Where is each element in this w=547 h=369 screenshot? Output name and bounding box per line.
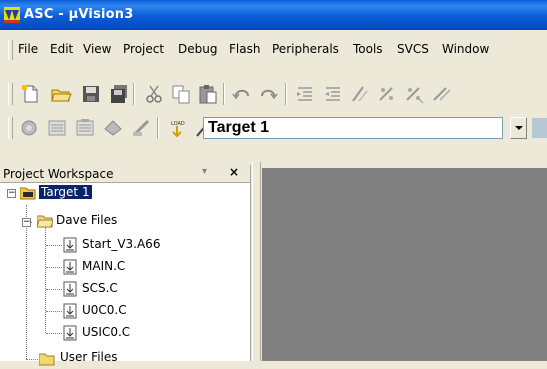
tree-item-target[interactable]: Target 1 <box>39 185 92 199</box>
file-icon <box>63 281 77 297</box>
menu-file[interactable]: File <box>18 42 38 56</box>
paste-icon[interactable] <box>197 83 219 105</box>
tree-file-main-c[interactable]: MAIN.C <box>82 259 125 273</box>
workspace-pin-icon[interactable]: ▾ <box>202 166 207 177</box>
menu-grip[interactable] <box>8 40 13 60</box>
menu-bar: File Edit View Project Debug Flash Perip… <box>0 39 547 61</box>
tree-guide-line <box>26 205 27 359</box>
menu-view[interactable]: View <box>83 42 111 56</box>
save-icon[interactable] <box>80 83 102 105</box>
file-icon <box>63 237 77 253</box>
project-tree: − Target 1 − Dave Files Start_V3.A66 MAI… <box>0 183 250 366</box>
bookmark-next-icon[interactable] <box>430 83 452 105</box>
bookmark-icon[interactable] <box>403 83 425 105</box>
tree-guide-line <box>46 245 62 246</box>
window-title: ASC - µVision3 <box>24 7 134 22</box>
new-file-icon[interactable] <box>20 83 42 105</box>
project-workspace-panel: Project Workspace ▾ × − Target 1 − Dave … <box>0 165 251 366</box>
workspace-header: Project Workspace ▾ × <box>0 165 250 183</box>
file-icon <box>63 259 77 275</box>
title-bar: ASC - µVision3 <box>0 0 547 30</box>
target-select-value: Target 1 <box>208 119 270 136</box>
file-toolbar <box>0 79 547 109</box>
menu-flash[interactable]: Flash <box>229 42 260 56</box>
tree-file-scs-c[interactable]: SCS.C <box>82 281 118 295</box>
uvision-app-icon[interactable] <box>4 7 20 23</box>
tree-guide-line <box>45 227 46 333</box>
editor-area[interactable] <box>262 168 547 361</box>
workspace-close-icon[interactable]: × <box>229 165 239 179</box>
folder-icon <box>38 352 55 366</box>
tree-collapse-dave-files[interactable]: − <box>22 218 31 227</box>
build-icon[interactable] <box>46 117 68 139</box>
menu-project[interactable]: Project <box>123 42 164 56</box>
menu-window[interactable]: Window <box>442 42 489 56</box>
menu-tools[interactable]: Tools <box>353 42 383 56</box>
tree-collapse-target[interactable]: − <box>7 189 16 198</box>
panel-splitter[interactable] <box>252 162 261 361</box>
target-select[interactable]: Target 1 <box>203 117 503 139</box>
toolbar-separator <box>157 117 159 139</box>
tree-guide-line <box>26 359 38 360</box>
tree-group-dave-files[interactable]: Dave Files <box>56 213 117 227</box>
translate-icon[interactable] <box>18 117 40 139</box>
file-icon <box>63 303 77 319</box>
undo-icon[interactable] <box>231 83 253 105</box>
batch-build-icon[interactable] <box>102 117 124 139</box>
outdent-icon[interactable] <box>322 83 344 105</box>
copy-icon[interactable] <box>170 83 192 105</box>
toolbar-grip[interactable] <box>8 83 13 105</box>
menu-svcs[interactable]: SVCS <box>397 42 429 56</box>
redo-icon[interactable] <box>257 83 279 105</box>
stop-build-icon[interactable] <box>130 117 152 139</box>
file-icon <box>63 325 77 341</box>
tree-file-u0c0-c[interactable]: U0C0.C <box>82 303 127 317</box>
target-select-dropdown-button[interactable] <box>510 117 527 139</box>
indent-icon[interactable] <box>294 83 316 105</box>
tree-group-user-files[interactable]: User Files <box>60 350 118 364</box>
download-icon[interactable]: LOAD <box>166 117 188 139</box>
comment-icon[interactable] <box>349 83 371 105</box>
menu-peripherals[interactable]: Peripherals <box>272 42 339 56</box>
target-folder-icon <box>19 186 36 200</box>
toolbar-grip[interactable] <box>8 117 13 139</box>
open-folder-icon[interactable] <box>50 83 72 105</box>
toolbar-overflow-icon[interactable] <box>532 118 547 138</box>
menu-edit[interactable]: Edit <box>50 42 73 56</box>
toolbar-separator <box>133 83 135 105</box>
tree-guide-line <box>46 289 62 290</box>
tree-file-usic0-c[interactable]: USIC0.C <box>82 325 130 339</box>
open-folder-icon <box>36 214 54 228</box>
cut-icon[interactable] <box>143 83 165 105</box>
rebuild-icon[interactable] <box>74 117 96 139</box>
toolbar-separator <box>285 83 287 105</box>
workspace-title: Project Workspace <box>3 167 114 181</box>
tree-guide-line <box>46 311 62 312</box>
uncomment-icon[interactable] <box>376 83 398 105</box>
tree-file-start-v3[interactable]: Start_V3.A66 <box>82 237 160 251</box>
tree-guide-line <box>46 267 62 268</box>
tree-guide-line <box>46 333 62 334</box>
menu-debug[interactable]: Debug <box>178 42 217 56</box>
toolbar-separator <box>223 83 225 105</box>
save-all-icon[interactable] <box>108 83 130 105</box>
